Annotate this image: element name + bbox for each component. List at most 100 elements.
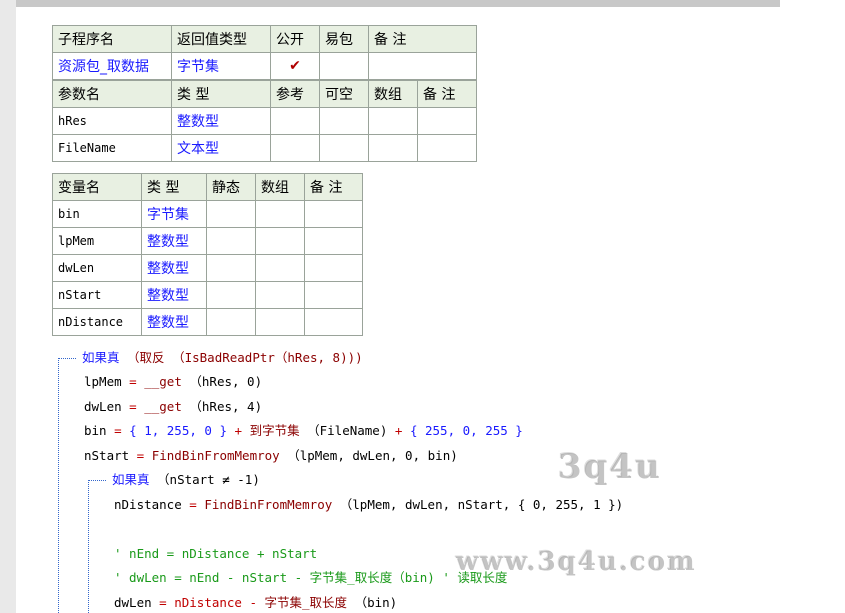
var-array-cell[interactable]: [255, 200, 305, 228]
code-line-5[interactable]: nStart = FindBinFromMemroy （lpMem, dwLen…: [84, 447, 458, 465]
flow-guide-h2: [88, 480, 106, 481]
var-static-cell[interactable]: [206, 254, 256, 282]
return-type-cell[interactable]: 字节集: [171, 52, 271, 80]
var-remark-cell[interactable]: [304, 200, 363, 228]
var-type-cell[interactable]: 整数型: [141, 308, 207, 336]
code-line-1[interactable]: 如果真 （取反 （IsBadReadPtr（hRes, 8))): [82, 349, 363, 367]
remark-cell[interactable]: [368, 52, 477, 80]
watermark-url: www.3q4u.com: [456, 547, 697, 577]
param-name-cell[interactable]: hRes: [52, 107, 172, 135]
var-array-cell[interactable]: [255, 254, 305, 282]
left-gutter: [0, 0, 16, 613]
flow-guide-h1: [58, 358, 76, 359]
var-row: lpMem 整数型: [52, 227, 363, 255]
var-name-cell[interactable]: nStart: [52, 281, 142, 309]
flow-guide-v1: [58, 358, 59, 613]
var-static-cell[interactable]: [206, 308, 256, 336]
operator: = nDistance -: [151, 595, 265, 610]
byte-literal: { 1, 255, 0 }: [129, 423, 227, 438]
var-name-cell[interactable]: lpMem: [52, 227, 142, 255]
code-line-6[interactable]: 如果真 （nStart ≠ -1): [112, 471, 260, 489]
variable: nStart: [84, 448, 130, 463]
operator: +: [227, 423, 250, 438]
param-ref-cell[interactable]: [270, 134, 320, 162]
var-array-cell[interactable]: [255, 281, 305, 309]
header-cell: 可空: [319, 80, 369, 108]
param-array-cell[interactable]: [368, 107, 418, 135]
function-name: FindBinFromMemroy: [204, 497, 333, 512]
param-nullable-cell[interactable]: [319, 134, 369, 162]
var-name-cell[interactable]: nDistance: [52, 308, 142, 336]
code-line-4[interactable]: bin = { 1, 255, 0 } + 到字节集 （FileName) + …: [84, 422, 523, 440]
function-name: （取反: [127, 350, 165, 365]
var-remark-cell[interactable]: [304, 281, 363, 309]
header-cell: 备 注: [417, 80, 477, 108]
arguments: （bin): [354, 595, 398, 610]
var-remark-cell[interactable]: [304, 308, 363, 336]
flow-guide-v2: [88, 480, 89, 613]
header-cell: 参数名: [52, 80, 172, 108]
header-cell: 备 注: [304, 173, 363, 201]
var-array-cell[interactable]: [255, 308, 305, 336]
arguments: （lpMem, dwLen, nStart, { 0, 255, 1 }): [339, 497, 624, 512]
var-row: nDistance 整数型: [52, 308, 363, 336]
watermark-logo: 3q4u: [558, 447, 662, 487]
code-editor[interactable]: 子程序名 返回值类型 公开 易包 备 注 资源包_取数据 字节集 ✔ 参数名 类…: [16, 7, 845, 613]
code-line-7[interactable]: nDistance = FindBinFromMemroy （lpMem, dw…: [114, 496, 623, 514]
function-name: FindBinFromMemroy: [151, 448, 280, 463]
function-name: 到字节集: [249, 423, 300, 438]
param-remark-cell[interactable]: [417, 134, 477, 162]
var-name-cell[interactable]: bin: [52, 200, 142, 228]
header-cell: 静态: [206, 173, 256, 201]
operator: +: [387, 423, 410, 438]
code-line-8-comment[interactable]: ' nEnd = nDistance + nStart: [114, 545, 317, 563]
header-cell: 变量名: [52, 173, 142, 201]
variable: bin: [84, 423, 107, 438]
vars-table: 变量名 类 型 静态 数组 备 注 bin 字节集 lpMem 整数型 dwLe…: [52, 173, 363, 336]
checkmark-icon: ✔: [289, 58, 301, 74]
param-name-cell[interactable]: FileName: [52, 134, 172, 162]
arguments: （hRes, 0): [189, 374, 263, 389]
subroutine-name-cell[interactable]: 资源包_取数据: [52, 52, 172, 80]
var-static-cell[interactable]: [206, 227, 256, 255]
comment-text: ' dwLen = nEnd - nStart - 字节集_取长度（bin) '…: [114, 570, 508, 585]
public-cell[interactable]: ✔: [270, 52, 320, 80]
operator: =: [181, 497, 205, 512]
header-cell: 子程序名: [52, 25, 172, 53]
function-name: __get: [144, 399, 182, 414]
param-nullable-cell[interactable]: [319, 107, 369, 135]
var-remark-cell[interactable]: [304, 254, 363, 282]
param-array-cell[interactable]: [368, 134, 418, 162]
var-row: dwLen 整数型: [52, 254, 363, 282]
header-cell: 易包: [319, 25, 369, 53]
operator: =: [121, 399, 145, 414]
keyword: 如果真: [112, 472, 150, 487]
easy-pkg-cell[interactable]: [319, 52, 369, 80]
var-row: bin 字节集: [52, 200, 363, 228]
operator: =: [106, 423, 130, 438]
param-ref-cell[interactable]: [270, 107, 320, 135]
code-line-9-comment[interactable]: ' dwLen = nEnd - nStart - 字节集_取长度（bin) '…: [114, 569, 507, 587]
subroutine-row: 资源包_取数据 字节集 ✔: [52, 52, 477, 80]
var-type-cell[interactable]: 整数型: [141, 281, 207, 309]
variable: lpMem: [84, 374, 122, 389]
var-type-cell[interactable]: 整数型: [141, 227, 207, 255]
var-static-cell[interactable]: [206, 200, 256, 228]
function-call: （IsBadReadPtr（hRes, 8))): [172, 350, 363, 365]
header-cell: 公开: [270, 25, 320, 53]
subroutine-header-row: 子程序名 返回值类型 公开 易包 备 注: [52, 25, 477, 53]
param-remark-cell[interactable]: [417, 107, 477, 135]
var-name-cell[interactable]: dwLen: [52, 254, 142, 282]
var-static-cell[interactable]: [206, 281, 256, 309]
var-array-cell[interactable]: [255, 227, 305, 255]
code-line-3[interactable]: dwLen = __get （hRes, 4): [84, 398, 262, 416]
header-cell: 参考: [270, 80, 320, 108]
code-line-2[interactable]: lpMem = __get （hRes, 0): [84, 373, 262, 391]
var-type-cell[interactable]: 整数型: [141, 254, 207, 282]
var-type-cell[interactable]: 字节集: [141, 200, 207, 228]
var-remark-cell[interactable]: [304, 227, 363, 255]
code-line-10[interactable]: dwLen = nDistance - 字节集_取长度 （bin): [114, 594, 397, 612]
param-type-cell[interactable]: 文本型: [171, 134, 271, 162]
operator: =: [121, 374, 145, 389]
param-type-cell[interactable]: 整数型: [171, 107, 271, 135]
